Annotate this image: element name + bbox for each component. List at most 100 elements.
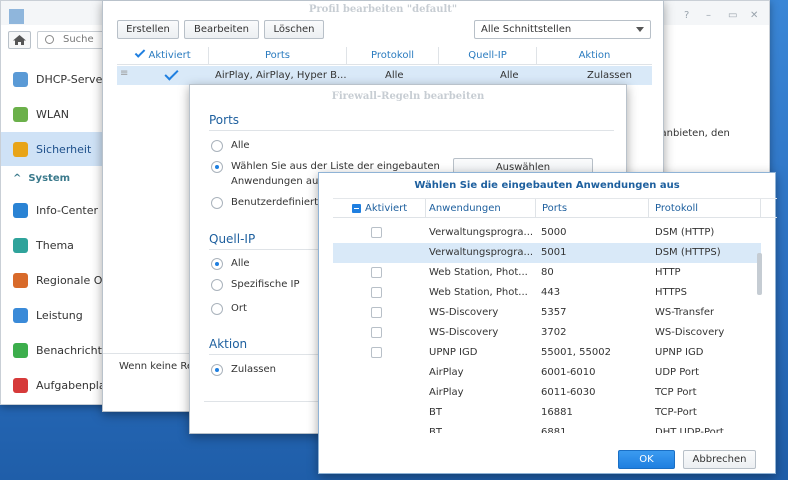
minimize-icon[interactable]: – xyxy=(706,10,711,21)
column-header-enabled[interactable]: Aktiviert xyxy=(117,46,209,64)
column-header-source-ip[interactable]: Quell-IP xyxy=(439,47,537,64)
table-row[interactable]: WS-Discovery 3702 WS-Discovery xyxy=(333,323,761,343)
row-ports: 6011-6030 xyxy=(541,387,596,398)
select-all-checkbox[interactable] xyxy=(350,202,362,214)
sidebar-item-6[interactable]: Regionale Opt xyxy=(1,263,103,297)
ports-radio-custom[interactable] xyxy=(211,197,223,209)
delete-button[interactable]: Löschen xyxy=(264,20,324,39)
column-header-apps[interactable]: Anwendungen xyxy=(426,199,536,217)
sidebar-item-4[interactable]: Info-Center xyxy=(1,193,103,227)
create-button[interactable]: Erstellen xyxy=(117,20,179,39)
column-header-ports[interactable]: Ports xyxy=(209,47,347,64)
edit-button[interactable]: Bearbeiten xyxy=(184,20,259,39)
row-ports: 16881 xyxy=(541,407,573,418)
sidebar-item-label: Leistung xyxy=(36,308,83,322)
interface-select[interactable]: Alle Schnittstellen xyxy=(474,20,651,39)
table-row[interactable]: UPNP IGD 55001, 55002 UPNP IGD xyxy=(333,343,761,363)
table-row[interactable]: BT 6881 DHT UDP-Port xyxy=(333,423,761,433)
row-ports: 5000 xyxy=(541,227,567,238)
row-protocol: HTTPS xyxy=(655,287,687,298)
row-app: Web Station, Phot... xyxy=(429,287,528,298)
sidebar-item-8[interactable]: Benachrichtig xyxy=(1,333,103,367)
row-check-icon[interactable] xyxy=(164,66,179,81)
action-radio-allow[interactable] xyxy=(211,364,223,376)
table-row[interactable]: AirPlay 6001-6010 UDP Port xyxy=(333,363,761,383)
sidebar-item-3[interactable]: Sicherheit xyxy=(1,132,103,166)
column-header-action[interactable]: Aktion xyxy=(537,47,652,64)
column-header-enabled[interactable]: Aktiviert xyxy=(333,199,426,217)
drag-handle-icon[interactable]: ≡ xyxy=(120,68,128,79)
row-ports: 6001-6010 xyxy=(541,367,596,378)
profile-table-header: Aktiviert Ports Protokoll Quell-IP Aktio… xyxy=(117,46,652,65)
row-protocol: WS-Discovery xyxy=(655,327,725,338)
row-app: UPNP IGD xyxy=(429,347,478,358)
sidebar-item-2[interactable]: WLAN xyxy=(1,97,103,131)
apps-table-body: Verwaltungsprogra... 5000 DSM (HTTP) Verwal… xyxy=(319,223,763,433)
table-row[interactable]: Verwaltungsprogra... 5000 DSM (HTTP) xyxy=(333,223,761,243)
column-header-ports[interactable]: Ports xyxy=(536,199,649,217)
chevron-down-icon xyxy=(636,27,644,32)
info-icon xyxy=(13,202,28,218)
ports-radio-builtin[interactable] xyxy=(211,161,223,173)
cancel-button[interactable]: Abbrechen xyxy=(683,450,756,469)
row-checkbox[interactable] xyxy=(371,303,382,323)
row-checkbox[interactable] xyxy=(371,343,382,363)
row-app: WS-Discovery xyxy=(429,327,499,338)
row-ports: 6881 xyxy=(541,427,567,433)
row-ports: 80 xyxy=(541,267,554,278)
row-app: AirPlay xyxy=(429,387,464,398)
wifi-icon xyxy=(13,106,28,122)
source-option-specific: Spezifische IP xyxy=(231,279,300,290)
table-row[interactable]: Web Station, Phot... 80 HTTP xyxy=(333,263,761,283)
help-icon[interactable]: ? xyxy=(684,10,689,21)
row-checkbox[interactable] xyxy=(371,283,382,303)
row-protocol: Alle xyxy=(385,70,404,81)
ports-option-builtin-line2: Anwendungen aus xyxy=(231,176,324,187)
table-row[interactable]: BT 16881 TCP-Port xyxy=(333,403,761,423)
scrollbar[interactable] xyxy=(757,253,762,295)
source-radio-all[interactable] xyxy=(211,258,223,270)
chat-icon xyxy=(13,342,28,358)
row-app: AirPlay xyxy=(429,367,464,378)
column-header-protocol[interactable]: Protokoll xyxy=(347,47,439,64)
profile-footer-text: Wenn keine Re xyxy=(119,361,193,372)
table-row[interactable]: AirPlay 6011-6030 TCP Port xyxy=(333,383,761,403)
performance-icon xyxy=(13,307,28,323)
checkbox-empty-icon xyxy=(371,266,382,278)
row-checkbox[interactable] xyxy=(371,263,382,283)
table-row[interactable]: Verwaltungsprogra... 5001 DSM (HTTPS) xyxy=(333,243,761,263)
table-row[interactable]: Web Station, Phot... 443 HTTPS xyxy=(333,283,761,303)
sidebar-item-7[interactable]: Leistung xyxy=(1,298,103,332)
close-icon[interactable]: ✕ xyxy=(750,10,758,21)
source-radio-location[interactable] xyxy=(211,303,223,315)
row-protocol: DHT UDP-Port xyxy=(655,427,724,433)
shield-icon xyxy=(13,141,28,157)
row-checkbox[interactable] xyxy=(371,223,382,243)
row-ports: AirPlay, AirPlay, Hyper B... xyxy=(215,70,347,81)
table-row[interactable]: WS-Discovery 5357 WS-Transfer xyxy=(333,303,761,323)
row-protocol: UPNP IGD xyxy=(655,347,704,358)
sidebar-item-5[interactable]: Thema xyxy=(1,228,103,262)
row-protocol: DSM (HTTP) xyxy=(655,227,715,238)
sidebar-item-1[interactable]: DHCP-Server xyxy=(1,62,103,96)
sidebar-section-system[interactable]: ^ System xyxy=(13,173,70,184)
maximize-icon[interactable]: ▭ xyxy=(728,10,737,21)
ports-option-all: Alle xyxy=(231,140,250,151)
search-field[interactable]: Suche xyxy=(37,31,107,49)
minus-icon xyxy=(351,203,361,213)
clock-icon xyxy=(13,272,28,288)
row-app: BT xyxy=(429,407,442,418)
profile-table-row[interactable]: ≡ AirPlay, AirPlay, Hyper B... Alle Alle… xyxy=(117,66,652,85)
home-icon xyxy=(13,35,26,45)
header-check-icon[interactable] xyxy=(134,46,146,61)
row-source-ip: Alle xyxy=(500,70,519,81)
ports-radio-all[interactable] xyxy=(211,140,223,152)
ok-button[interactable]: OK xyxy=(618,450,675,469)
sidebar-item-9[interactable]: Aufgabenplan xyxy=(1,368,103,402)
action-heading: Aktion xyxy=(209,337,248,351)
row-checkbox[interactable] xyxy=(371,323,382,343)
source-radio-specific[interactable] xyxy=(211,279,223,291)
palette-icon xyxy=(13,237,28,253)
home-button[interactable] xyxy=(8,31,31,49)
column-header-protocol[interactable]: Protokoll xyxy=(649,199,761,217)
